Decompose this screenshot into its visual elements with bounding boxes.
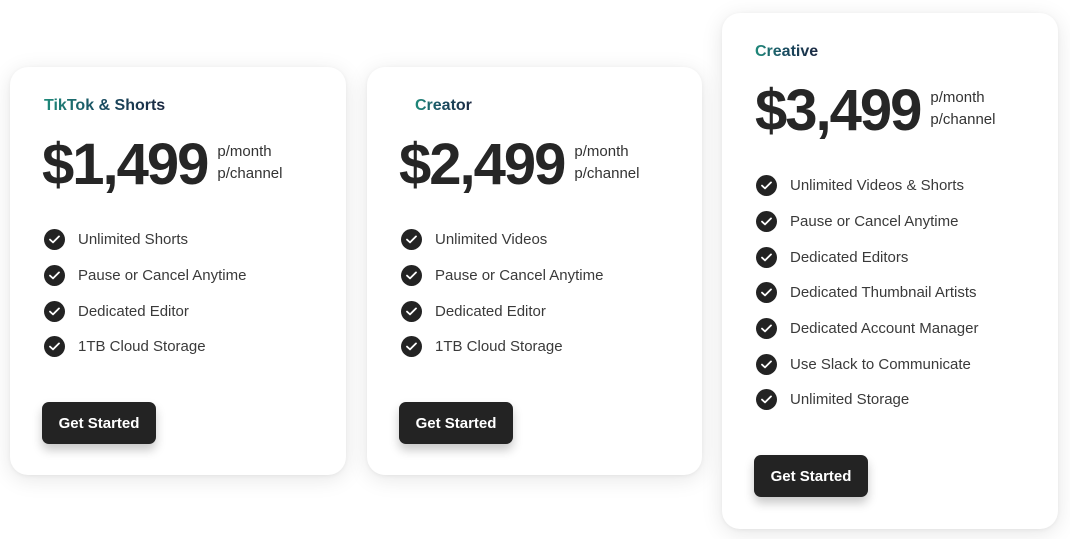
pricing-card-creator: Creator $2,499 p/month p/channel Unlimit… (367, 67, 702, 475)
feature-label: 1TB Cloud Storage (435, 338, 563, 356)
check-circle-icon (756, 246, 777, 268)
feature-label: Dedicated Account Manager (790, 320, 979, 338)
feature-label: 1TB Cloud Storage (78, 338, 206, 356)
check-circle-icon (44, 265, 65, 287)
feature-label: Pause or Cancel Anytime (790, 213, 959, 231)
check-circle-icon (401, 229, 422, 251)
feature-label: Dedicated Thumbnail Artists (790, 284, 977, 302)
pricing-card-creative: Creative $3,499 p/month p/channel Unlimi… (722, 13, 1058, 529)
price-period-month: p/month (574, 143, 629, 160)
feature-item: Pause or Cancel Anytime (756, 204, 978, 240)
feature-item: Dedicated Account Manager (756, 311, 978, 347)
price-period: p/month p/channel (930, 87, 995, 131)
feature-list: Unlimited Shorts Pause or Cancel Anytime… (44, 222, 246, 365)
feature-item: Unlimited Videos (401, 222, 603, 258)
feature-item: Pause or Cancel Anytime (401, 258, 603, 294)
feature-label: Dedicated Editors (790, 248, 909, 266)
pricing-card-tiktok-shorts: TikTok & Shorts $1,499 p/month p/channel… (10, 67, 346, 475)
feature-item: 1TB Cloud Storage (44, 329, 246, 365)
feature-label: Pause or Cancel Anytime (435, 267, 604, 285)
plan-name: Creator (415, 97, 472, 114)
feature-label: Dedicated Editor (435, 302, 546, 320)
price-block: $1,499 p/month p/channel (42, 135, 282, 195)
feature-item: Unlimited Videos & Shorts (756, 168, 978, 204)
check-circle-icon (756, 353, 777, 375)
feature-label: Dedicated Editor (78, 302, 189, 320)
check-circle-icon (401, 300, 422, 322)
price-period: p/month p/channel (217, 141, 282, 185)
feature-label: Unlimited Videos & Shorts (790, 177, 964, 195)
price: $1,499 (42, 132, 209, 197)
check-circle-icon (44, 300, 65, 322)
check-circle-icon (401, 336, 422, 358)
check-circle-icon (44, 229, 65, 251)
price: $2,499 (399, 132, 566, 197)
feature-label: Use Slack to Communicate (790, 355, 971, 373)
feature-label: Unlimited Storage (790, 391, 910, 409)
feature-item: Dedicated Editor (44, 293, 246, 329)
price-period-month: p/month (930, 89, 985, 106)
price-period-channel: p/channel (574, 165, 640, 182)
feature-item: Pause or Cancel Anytime (44, 258, 246, 294)
price-period-channel: p/channel (930, 111, 996, 128)
check-circle-icon (756, 211, 777, 233)
check-circle-icon (756, 175, 777, 197)
feature-item: Dedicated Editors (756, 239, 978, 275)
feature-label: Unlimited Shorts (78, 231, 189, 249)
feature-list: Unlimited Videos & Shorts Pause or Cance… (756, 168, 978, 418)
get-started-button[interactable]: Get Started (42, 402, 156, 444)
price-period-month: p/month (217, 143, 272, 160)
get-started-button[interactable]: Get Started (754, 455, 868, 497)
feature-list: Unlimited Videos Pause or Cancel Anytime… (401, 222, 603, 365)
feature-label: Unlimited Videos (435, 231, 548, 249)
price-period-channel: p/channel (217, 165, 283, 182)
get-started-button[interactable]: Get Started (399, 402, 513, 444)
feature-item: Use Slack to Communicate (756, 346, 978, 382)
price-block: $3,499 p/month p/channel (755, 81, 995, 141)
feature-item: Unlimited Shorts (44, 222, 246, 258)
feature-label: Pause or Cancel Anytime (78, 267, 247, 285)
plan-name: Creative (755, 43, 819, 60)
feature-item: Dedicated Editor (401, 293, 603, 329)
plan-name: TikTok & Shorts (44, 97, 166, 114)
feature-item: Dedicated Thumbnail Artists (756, 275, 978, 311)
check-circle-icon (401, 265, 422, 287)
check-circle-icon (756, 318, 777, 340)
price: $3,499 (755, 78, 922, 143)
check-circle-icon (44, 336, 65, 358)
feature-item: 1TB Cloud Storage (401, 329, 603, 365)
check-circle-icon (756, 282, 777, 304)
price-block: $2,499 p/month p/channel (399, 135, 639, 195)
price-period: p/month p/channel (574, 141, 639, 185)
feature-item: Unlimited Storage (756, 382, 978, 418)
check-circle-icon (756, 389, 777, 411)
